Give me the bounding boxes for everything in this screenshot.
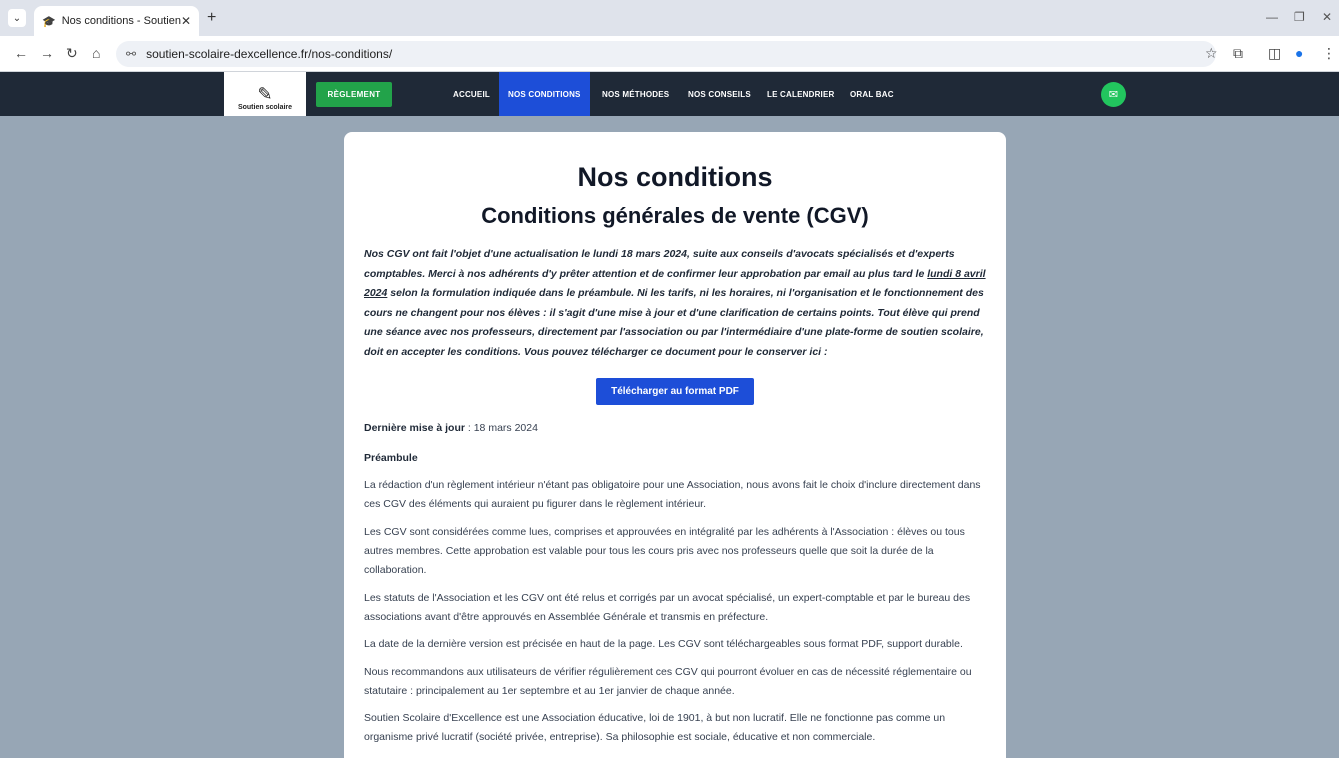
browser-tab[interactable]: 🎓 Nos conditions - Soutien scolai ✕ (34, 6, 199, 36)
close-tab-icon[interactable]: ✕ (181, 14, 191, 28)
tab-search-icon[interactable]: ⌄ (8, 9, 26, 27)
paragraph: Nous recommandons aux utilisateurs de vé… (364, 665, 972, 697)
graduation-cap-icon: 🎓 (42, 15, 56, 28)
back-icon[interactable]: ← (14, 45, 28, 61)
nav-oral-bac[interactable]: ORAL BAC (841, 72, 903, 116)
intro-text: Nos CGV ont fait l'objet d'une actualisa… (364, 245, 986, 363)
last-update-value: : 18 mars 2024 (464, 421, 538, 434)
paragraph: La rédaction d'un règlement intérieur n'… (364, 479, 981, 511)
content-card: Nos conditions Conditions générales de v… (344, 132, 1006, 758)
browser-tabbar: ⌄ 🎓 Nos conditions - Soutien scolai ✕ + … (0, 0, 1339, 36)
tab-title: Nos conditions - Soutien scolai (61, 15, 181, 27)
extensions-icon[interactable]: ⧉ (1233, 45, 1243, 62)
intro-text-start: Nos CGV ont fait l'objet d'une actualisa… (364, 248, 955, 280)
browser-toolbar: ← → ↻ ⌂ ⚯ soutien-scolaire-dexcellence.f… (0, 36, 1339, 72)
new-tab-icon[interactable]: + (207, 9, 216, 27)
home-icon[interactable]: ⌂ (92, 45, 100, 61)
paragraph: Les CGV sont considérées comme lues, com… (364, 525, 965, 577)
forward-icon[interactable]: → (40, 45, 54, 61)
bookmark-star-icon[interactable]: ☆ (1205, 45, 1218, 62)
logo-text: Soutien scolaire (237, 104, 293, 111)
preamble-heading: Préambule (364, 451, 418, 464)
nav-nos-conditions[interactable]: NOS CONDITIONS (499, 72, 590, 116)
last-update: Dernière mise à jour : 18 mars 2024 (364, 419, 986, 438)
nav-accueil[interactable]: ACCUEIL (444, 72, 499, 116)
page-subtitle: Conditions générales de vente (CGV) (481, 203, 869, 228)
site-info-icon[interactable]: ⚯ (126, 47, 136, 61)
page-title: Nos conditions (577, 162, 773, 192)
paragraph: Les statuts de l'Association et les CGV … (364, 591, 971, 623)
paragraph: Soutien Scolaire d'Excellence est une As… (364, 712, 946, 744)
intro-text-end: selon la formulation indiquée dans le pr… (364, 287, 984, 358)
nav-nos-methodes[interactable]: NOS MÉTHODES (593, 72, 678, 116)
reglement-button[interactable]: RÈGLEMENT (316, 82, 392, 107)
profile-icon[interactable]: ● (1295, 45, 1303, 61)
site-logo[interactable]: ✎ Soutien scolaire (224, 72, 306, 116)
last-update-label: Dernière mise à jour (364, 421, 465, 434)
pdf-button-wrapper: Télécharger au format PDF (364, 377, 986, 405)
mail-icon[interactable]: ✉ (1101, 82, 1126, 107)
close-window-icon[interactable]: ✕ (1322, 10, 1332, 24)
maximize-icon[interactable]: ❐ (1294, 10, 1305, 24)
url-text: soutien-scolaire-dexcellence.fr/nos-cond… (146, 47, 393, 61)
minimize-icon[interactable]: — (1266, 10, 1278, 24)
more-menu-icon[interactable]: ⋮ (1322, 45, 1336, 62)
nav-le-calendrier[interactable]: LE CALENDRIER (758, 72, 844, 116)
side-panel-icon[interactable]: ◫ (1268, 45, 1281, 62)
download-pdf-button[interactable]: Télécharger au format PDF (596, 377, 754, 405)
address-bar[interactable]: ⚯ soutien-scolaire-dexcellence.fr/nos-co… (116, 41, 1216, 67)
nav-nos-conseils[interactable]: NOS CONSEILS (679, 72, 760, 116)
logo-cap-icon: ✎ (257, 84, 273, 104)
reload-icon[interactable]: ↻ (66, 45, 78, 62)
paragraph: La date de la dernière version est préci… (364, 638, 963, 651)
